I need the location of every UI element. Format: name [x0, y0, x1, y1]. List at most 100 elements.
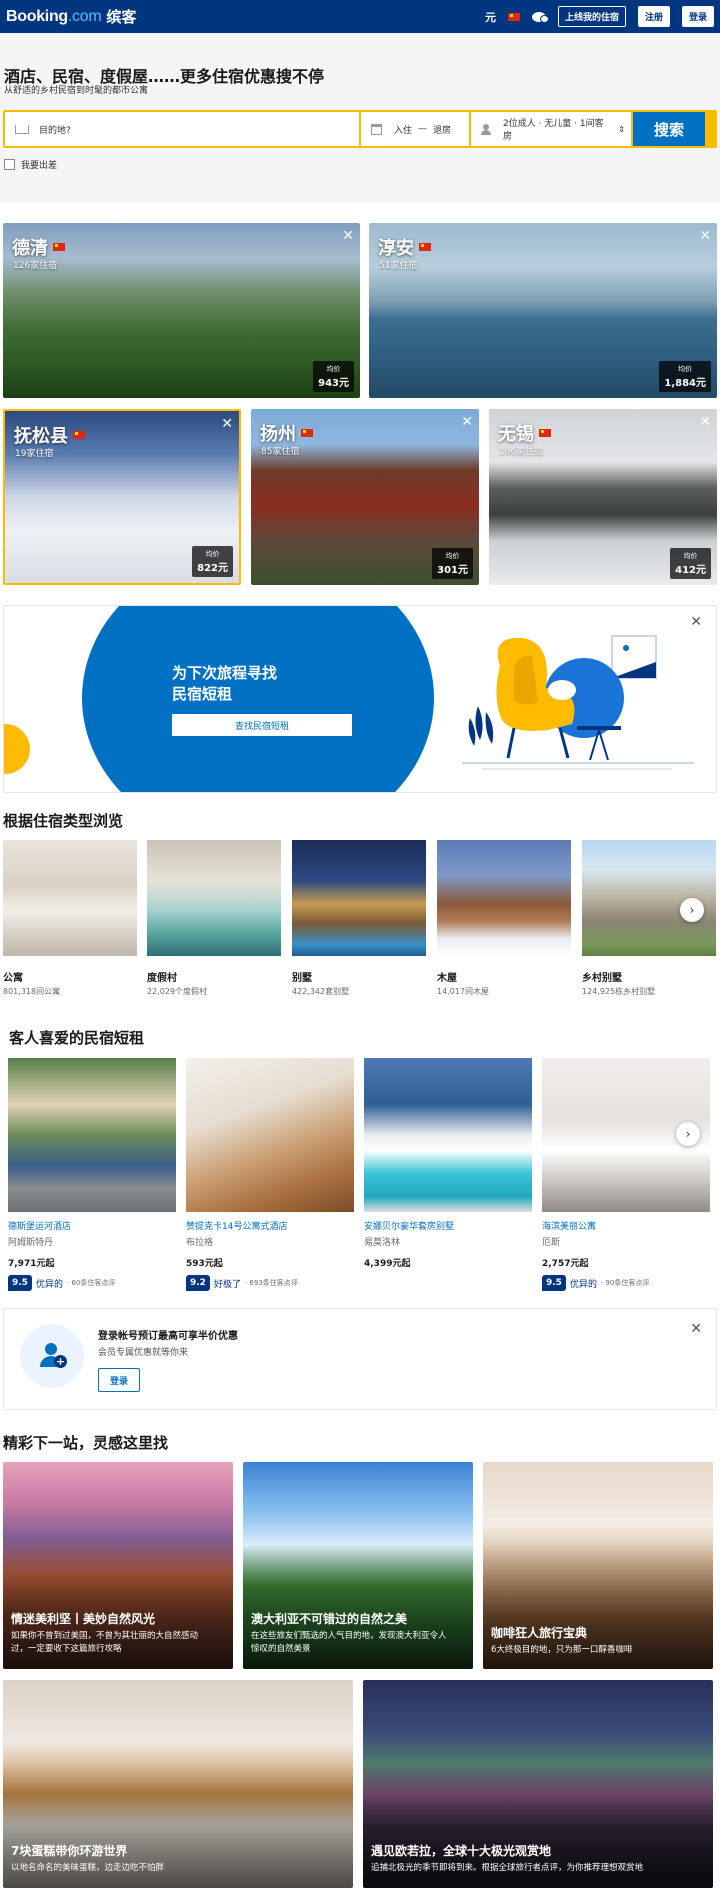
close-icon[interactable]: ✕: [342, 229, 354, 243]
list-property-button[interactable]: 上线我的住宿: [557, 6, 626, 27]
vacation-rental-banner: 为下次旅程寻找 民宿短租 查找民宿短租 ✕: [3, 605, 717, 793]
armchair-illustration: [462, 635, 694, 770]
review-score: 9.2: [186, 1275, 210, 1291]
inspiration-card-aurora[interactable]: 遇见欧若拉，全球十大极光观赏地 追捕北极光的季节即将到来。根据全球旅行者点评，为…: [363, 1680, 713, 1888]
destination-card-yangzhou[interactable]: 扬州 85家住宿 ✕ 均价 301元: [251, 409, 479, 585]
homes-title: 客人喜爱的民宿短租: [9, 1029, 145, 1047]
destination-card-chunan[interactable]: 淳安 51家住宿 ✕ 均价 1,884元: [369, 223, 717, 398]
homes-next-button[interactable]: ›: [676, 1122, 700, 1146]
china-flag-icon[interactable]: [507, 12, 520, 21]
find-rentals-button[interactable]: 查找民宿短租: [172, 714, 352, 736]
close-icon[interactable]: ✕: [690, 614, 702, 630]
home-name-link[interactable]: 德斯堡运河酒店: [8, 1219, 176, 1232]
bed-icon: [15, 124, 29, 134]
close-icon[interactable]: ✕: [690, 1321, 702, 1337]
home-name-link[interactable]: 海滨美丽公寓: [542, 1219, 710, 1232]
china-flag-icon: [301, 429, 313, 437]
login-promo-title: 登录帐号预订最高可享半价优惠: [98, 1331, 238, 1342]
property-type-count: 422,342套别墅: [292, 987, 350, 996]
destination-price: 均价 1,884元: [659, 361, 711, 392]
inspiration-card-desc: 在这些旅友们甄选的人气目的地，发现澳大利亚令人 惊叹的自然美景: [251, 1631, 447, 1654]
home-price: 593元起: [186, 1259, 223, 1269]
business-trip-label: 我要出差: [21, 161, 58, 171]
destination-name: 抚松县: [14, 426, 68, 447]
inspiration-card-coffee[interactable]: 咖啡狂人旅行宝典 6大终极目的地，只为那一口醇香咖啡: [483, 1462, 713, 1669]
inspiration-title: 精彩下一站，灵感这里找: [3, 1434, 169, 1452]
business-trip-option[interactable]: 我要出差: [4, 158, 57, 171]
brand-logo[interactable]: Booking.com: [6, 8, 102, 26]
home-card[interactable]: 赞提克卡14号公寓式酒店 布拉格 593元起 9.2 好极了 · 693条住客点…: [186, 1058, 354, 1291]
china-flag-icon: [419, 243, 431, 251]
destination-price: 均价 822元: [192, 546, 233, 577]
close-icon[interactable]: ✕: [461, 415, 473, 429]
inspiration-card-australia[interactable]: 澳大利亚不可错过的自然之美 在这些旅友们甄选的人气目的地，发现澳大利亚令人 惊叹的…: [243, 1462, 473, 1669]
property-type-name: 公寓: [3, 973, 23, 984]
review-count: · 693条住客点评: [244, 1279, 298, 1287]
banner-yellow-shape: [4, 724, 30, 774]
property-type-apartment[interactable]: 公寓 801,318间公寓: [3, 840, 137, 997]
review-score: 9.5: [542, 1275, 566, 1291]
inspiration-card-desc: 以地名命名的美味蛋糕，边走边吃不怕胖: [11, 1863, 165, 1873]
search-section: 酒店、民宿、度假屋……更多住宿优惠搜不停 从舒适的乡村民宿到时髦的都市公寓 目的…: [0, 33, 720, 203]
destination-card-wuxi[interactable]: 无锡 196家住宿 ✕ 均价 412元: [489, 409, 717, 585]
inspiration-card-usa[interactable]: 情迷美利坚丨美妙自然风光 如果你不曾到过美国，不曾为其壮丽的大自然感动 过，一定要…: [3, 1462, 233, 1669]
inspiration-card-title: 遇见欧若拉，全球十大极光观赏地: [371, 1844, 552, 1858]
guests-summary: 2位成人 · 无儿童 · 1间客房: [502, 119, 604, 142]
review-count: · 60条住客点评: [66, 1279, 116, 1287]
destination-name: 无锡: [498, 424, 534, 445]
property-type-resort[interactable]: 度假村 22,029个度假村: [147, 840, 281, 997]
rating-word: 优异的: [569, 1279, 597, 1290]
destination-card-deqing[interactable]: 德清 126家住宿 ✕ 均价 943元: [3, 223, 360, 398]
property-type-count: 124,925栋乡村别墅: [582, 987, 656, 996]
search-button[interactable]: 搜索: [633, 112, 705, 146]
home-image: [8, 1058, 176, 1212]
hero-subtitle: 从舒适的乡村民宿到时髦的都市公寓: [4, 86, 149, 96]
guests-selector[interactable]: 2位成人 · 无儿童 · 1间客房 ⇕: [471, 112, 631, 146]
destination-name: 德清: [12, 238, 48, 259]
destination-count: 19家住宿: [15, 449, 54, 459]
destination-input[interactable]: 目的地?: [5, 112, 359, 146]
login-button[interactable]: 登录: [681, 6, 714, 27]
business-trip-checkbox[interactable]: [4, 159, 15, 170]
customer-service-icon[interactable]: [531, 11, 549, 23]
user-plus-icon: +: [20, 1324, 84, 1388]
home-name-link[interactable]: 安娜贝尔豪华套房别墅: [364, 1219, 532, 1232]
home-card[interactable]: 德斯堡运河酒店 阿姆斯特丹 7,971元起 9.5 优异的 · 60条住客点评: [8, 1058, 176, 1291]
home-card[interactable]: 海滨美丽公寓 厄斯 2,757元起 9.5 优异的 · 90条住客点评: [542, 1058, 710, 1291]
close-icon[interactable]: ✕: [699, 415, 711, 429]
home-rating: 9.5 优异的 · 90条住客点评: [542, 1275, 710, 1291]
china-flag-icon: [53, 243, 65, 251]
property-type-name: 木屋: [437, 973, 457, 984]
destination-price: 均价 943元: [313, 361, 354, 392]
home-card[interactable]: 安娜贝尔豪华套房别墅 易莫洛林 4,399元起: [364, 1058, 532, 1269]
home-image: [186, 1058, 354, 1212]
property-type-villa[interactable]: 别墅 422,342套别墅: [292, 840, 426, 997]
date-picker[interactable]: 入住 — 退房: [361, 112, 469, 146]
china-flag-icon: [539, 429, 551, 437]
register-button[interactable]: 注册: [637, 6, 670, 27]
review-count: · 90条住客点评: [600, 1279, 650, 1287]
checkout-label: 退房: [433, 125, 452, 136]
home-rating: 9.5 优异的 · 60条住客点评: [8, 1275, 176, 1291]
inspiration-card-desc: 6大终极目的地，只为那一口醇香咖啡: [491, 1645, 633, 1655]
inspiration-card-title: 澳大利亚不可错过的自然之美: [251, 1612, 408, 1626]
currency-selector[interactable]: 元: [485, 9, 496, 25]
home-city: 厄斯: [542, 1238, 561, 1248]
home-name-link[interactable]: 赞提克卡14号公寓式酒店: [186, 1219, 354, 1232]
close-icon[interactable]: ✕: [699, 229, 711, 243]
property-type-chalet[interactable]: 木屋 14,017间木屋: [437, 840, 571, 997]
destination-count: 51家住宿: [379, 261, 418, 271]
destination-card-fusong[interactable]: 抚松县 19家住宿 ✕ 均价 822元: [3, 409, 241, 585]
close-icon[interactable]: ✕: [221, 417, 233, 431]
login-promo-button[interactable]: 登录: [98, 1368, 140, 1392]
property-types-next-button[interactable]: ›: [680, 898, 704, 922]
review-score: 9.5: [8, 1275, 32, 1291]
inspiration-card-cakes[interactable]: 7块蛋糕带你环游世界 以地名命名的美味蛋糕，边走边吃不怕胖: [3, 1680, 353, 1888]
property-type-count: 14,017间木屋: [437, 987, 489, 996]
brand-cn-name: 缤客: [106, 8, 137, 26]
property-types-title: 根据住宿类型浏览: [3, 812, 124, 830]
login-promo-box: + 登录帐号预订最高可享半价优惠 会员专属优惠就等你来 登录 ✕: [3, 1308, 717, 1410]
property-type-image: [292, 840, 426, 956]
home-city: 布拉格: [186, 1238, 214, 1248]
destination-placeholder: 目的地?: [39, 125, 71, 136]
